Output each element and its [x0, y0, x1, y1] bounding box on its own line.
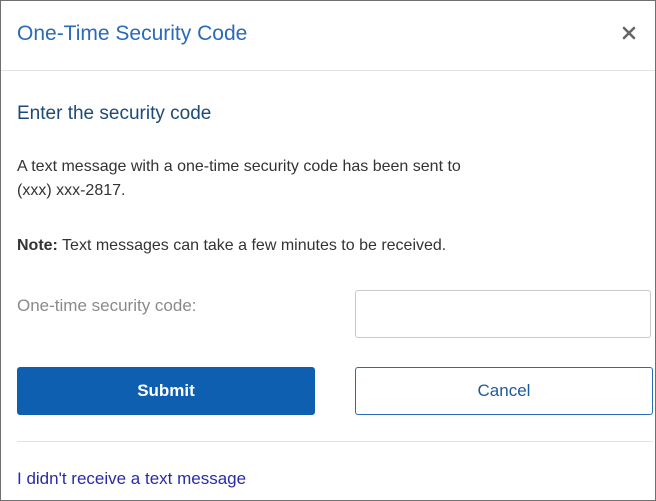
security-code-dialog: One-Time Security Code Enter the securit… [0, 0, 656, 501]
sent-message-line: A text message with a one-time security … [17, 158, 461, 175]
section-heading: Enter the security code [17, 103, 212, 124]
cancel-button[interactable]: Cancel [355, 367, 653, 415]
note-label: Note: [17, 237, 58, 254]
no-text-message-link[interactable]: I didn't receive a text message [17, 467, 246, 491]
note-text: Note: Text messages can take a few minut… [17, 234, 446, 258]
footer-divider [17, 441, 653, 442]
submit-button[interactable]: Submit [17, 367, 315, 415]
close-icon [622, 26, 636, 40]
masked-phone-number: (xxx) xxx-2817. [17, 182, 126, 199]
security-code-input[interactable] [355, 290, 651, 338]
note-body: Text messages can take a few minutes to … [57, 237, 447, 254]
code-label: One-time security code: [17, 296, 197, 315]
close-button[interactable] [617, 21, 641, 45]
dialog-header: One-Time Security Code [1, 1, 655, 71]
sent-message: A text message with a one-time security … [17, 155, 577, 203]
dialog-title: One-Time Security Code [17, 22, 248, 45]
